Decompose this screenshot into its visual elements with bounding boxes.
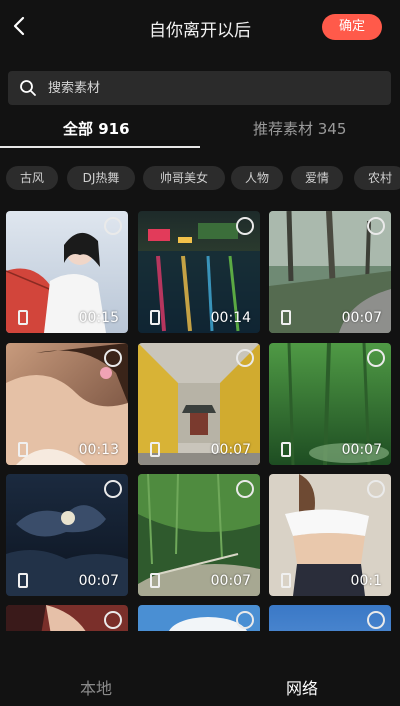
video-duration: 00:14 bbox=[210, 310, 251, 326]
select-circle[interactable] bbox=[104, 217, 122, 235]
phone-icon bbox=[18, 442, 28, 457]
video-tile[interactable] bbox=[269, 605, 391, 631]
search-bar bbox=[8, 71, 391, 105]
phone-icon bbox=[281, 310, 291, 325]
video-tile[interactable]: 00:07 bbox=[269, 211, 391, 333]
select-circle[interactable] bbox=[367, 217, 385, 235]
search-input[interactable] bbox=[48, 71, 378, 105]
video-tile[interactable]: 00:13 bbox=[6, 343, 128, 465]
video-tile[interactable]: 00:07 bbox=[138, 474, 260, 596]
video-duration: 00:07 bbox=[341, 442, 382, 458]
chip-dj-dance[interactable]: DJ热舞 bbox=[67, 166, 135, 190]
video-tile[interactable]: 00:07 bbox=[269, 343, 391, 465]
video-tile[interactable]: 00:07 bbox=[138, 343, 260, 465]
select-circle[interactable] bbox=[367, 611, 385, 629]
select-circle[interactable] bbox=[236, 611, 254, 629]
tab-recommended[interactable]: 推荐素材 345 bbox=[253, 118, 346, 139]
phone-icon bbox=[281, 573, 291, 588]
select-circle[interactable] bbox=[236, 217, 254, 235]
video-duration: 00:07 bbox=[78, 573, 119, 589]
tab-bar: 全部 916 推荐素材 345 bbox=[0, 112, 400, 148]
tab-network[interactable]: 网络 bbox=[286, 675, 318, 699]
video-tile[interactable] bbox=[138, 605, 260, 631]
select-circle[interactable] bbox=[236, 349, 254, 367]
active-tab-indicator bbox=[0, 146, 200, 148]
video-tile[interactable]: 00:14 bbox=[138, 211, 260, 333]
select-circle[interactable] bbox=[236, 480, 254, 498]
video-duration: 00:15 bbox=[78, 310, 119, 326]
search-icon bbox=[20, 80, 36, 96]
chip-gufeng[interactable]: 古风 bbox=[6, 166, 58, 190]
top-bar: 自你离开以后 确定 bbox=[0, 0, 400, 56]
bottom-tab-bar: 本地 网络 bbox=[0, 664, 400, 706]
video-duration: 00:1 bbox=[350, 573, 382, 589]
video-tile[interactable]: 00:1 bbox=[269, 474, 391, 596]
select-circle[interactable] bbox=[367, 349, 385, 367]
chip-people[interactable]: 人物 bbox=[231, 166, 283, 190]
phone-icon bbox=[150, 573, 160, 588]
select-circle[interactable] bbox=[104, 480, 122, 498]
chip-handsome-beauty[interactable]: 帅哥美女 bbox=[143, 166, 225, 190]
phone-icon bbox=[150, 442, 160, 457]
video-grid: 00:15 00:14 00:07 00:13 00:07 00:07 00:0… bbox=[0, 211, 400, 631]
tab-local[interactable]: 本地 bbox=[80, 675, 112, 699]
chip-countryside[interactable]: 农村 bbox=[354, 166, 400, 190]
phone-icon bbox=[150, 310, 160, 325]
back-button[interactable] bbox=[6, 12, 34, 40]
select-circle[interactable] bbox=[104, 349, 122, 367]
video-tile[interactable]: 00:07 bbox=[6, 474, 128, 596]
confirm-button[interactable]: 确定 bbox=[322, 14, 382, 40]
chevron-left-icon bbox=[13, 16, 25, 36]
video-tile[interactable] bbox=[6, 605, 128, 631]
tab-all[interactable]: 全部 916 bbox=[63, 118, 130, 139]
video-duration: 00:07 bbox=[341, 310, 382, 326]
video-duration: 00:07 bbox=[210, 442, 251, 458]
phone-icon bbox=[18, 573, 28, 588]
select-circle[interactable] bbox=[367, 480, 385, 498]
select-circle[interactable] bbox=[104, 611, 122, 629]
phone-icon bbox=[281, 442, 291, 457]
video-duration: 00:13 bbox=[78, 442, 119, 458]
category-chips: 古风 DJ热舞 帅哥美女 人物 爱情 农村 bbox=[6, 166, 400, 192]
video-duration: 00:07 bbox=[210, 573, 251, 589]
chip-love[interactable]: 爱情 bbox=[291, 166, 343, 190]
phone-icon bbox=[18, 310, 28, 325]
video-tile[interactable]: 00:15 bbox=[6, 211, 128, 333]
